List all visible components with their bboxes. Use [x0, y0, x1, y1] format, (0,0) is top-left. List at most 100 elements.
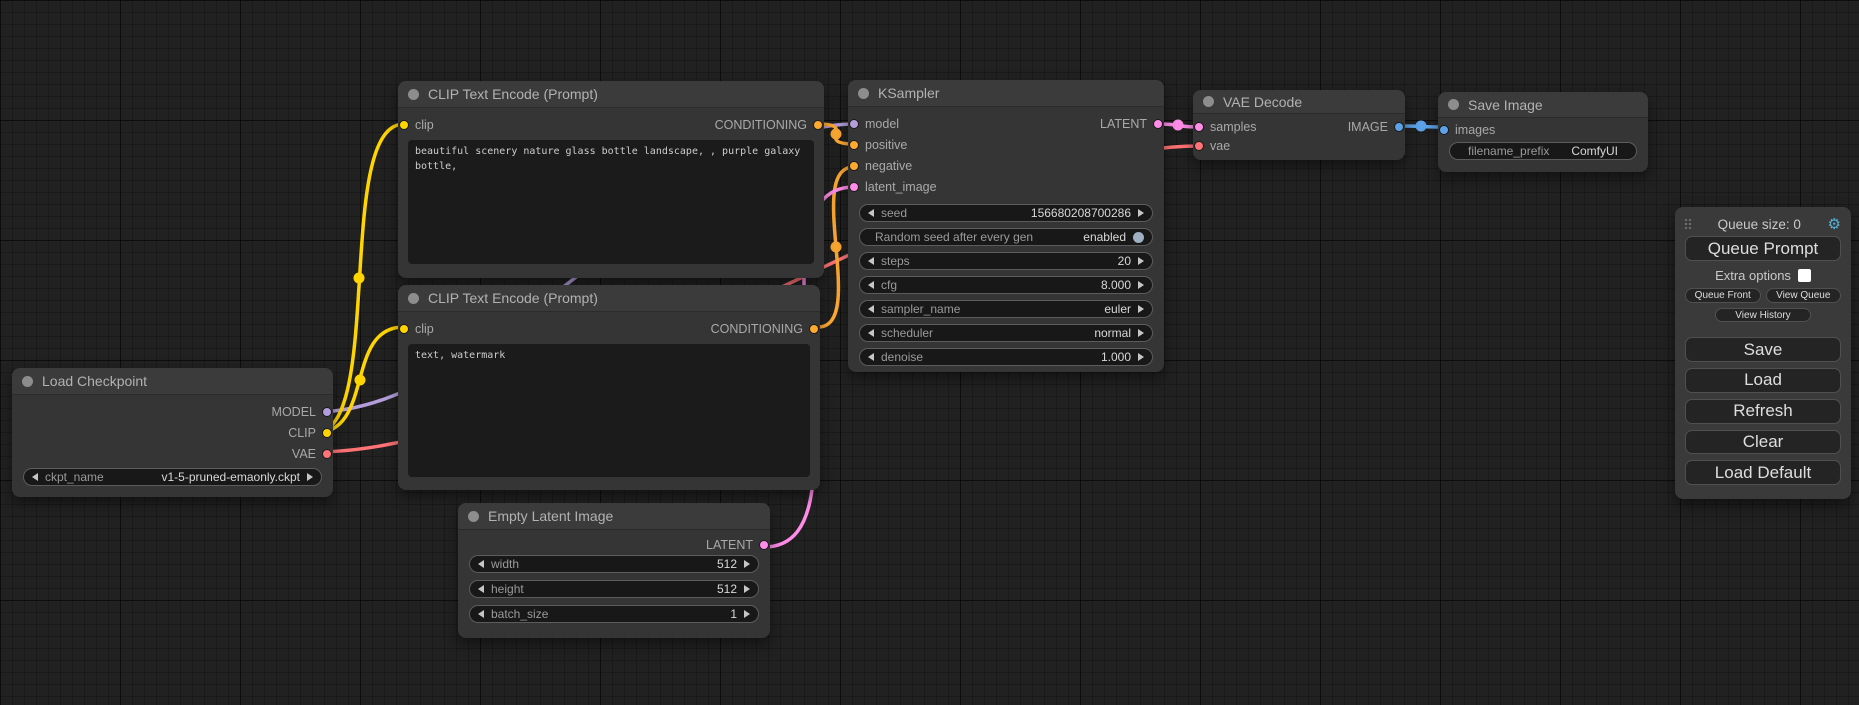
- node-vae-decode[interactable]: VAE Decode samples IMAGE vae: [1193, 90, 1405, 160]
- widget-value: 8.000: [1101, 278, 1131, 292]
- decrement-arrow-icon[interactable]: [868, 353, 874, 361]
- collapse-dot-icon[interactable]: [22, 376, 33, 387]
- negative-input-port[interactable]: [849, 161, 859, 171]
- cfg-widget[interactable]: cfg 8.000: [859, 276, 1153, 294]
- node-header[interactable]: CLIP Text Encode (Prompt): [398, 81, 824, 108]
- sampler-name-widget[interactable]: sampler_name euler: [859, 300, 1153, 318]
- node-title: CLIP Text Encode (Prompt): [428, 290, 598, 306]
- toggle-dot-icon[interactable]: [1133, 232, 1144, 243]
- widget-name: scheduler: [881, 326, 933, 340]
- steps-widget[interactable]: steps 20: [859, 252, 1153, 270]
- load-button[interactable]: Load: [1685, 368, 1841, 393]
- width-widget[interactable]: width 512: [469, 555, 759, 573]
- decrement-arrow-icon[interactable]: [868, 281, 874, 289]
- decrement-arrow-icon[interactable]: [868, 305, 874, 313]
- decrement-arrow-icon[interactable]: [478, 560, 484, 568]
- node-save-image[interactable]: Save Image images filename_prefix ComfyU…: [1438, 92, 1648, 172]
- clip-output-port[interactable]: [322, 428, 332, 438]
- queue-panel[interactable]: Queue size: 0 ⚙ Queue Prompt Extra optio…: [1675, 207, 1851, 499]
- latent-output-port[interactable]: [1153, 119, 1163, 129]
- queue-prompt-button[interactable]: Queue Prompt: [1685, 236, 1841, 261]
- collapse-dot-icon[interactable]: [1203, 96, 1214, 107]
- node-header[interactable]: Empty Latent Image: [458, 503, 770, 530]
- prompt-text-input[interactable]: text, watermark: [408, 344, 810, 477]
- denoise-widget[interactable]: denoise 1.000: [859, 348, 1153, 366]
- widget-name: seed: [881, 206, 907, 220]
- conditioning-output-port[interactable]: [809, 324, 819, 334]
- vae-output-port[interactable]: [322, 449, 332, 459]
- decrement-arrow-icon[interactable]: [32, 473, 38, 481]
- extra-options-checkbox[interactable]: [1798, 269, 1811, 282]
- collapse-dot-icon[interactable]: [468, 511, 479, 522]
- increment-arrow-icon[interactable]: [744, 560, 750, 568]
- node-header[interactable]: Save Image: [1438, 92, 1648, 118]
- input-label: clip: [415, 322, 434, 336]
- samples-input-port[interactable]: [1194, 122, 1204, 132]
- decrement-arrow-icon[interactable]: [868, 209, 874, 217]
- collapse-dot-icon[interactable]: [858, 88, 869, 99]
- image-output-port[interactable]: [1394, 122, 1404, 132]
- node-clip-text-encode-negative[interactable]: CLIP Text Encode (Prompt) clip CONDITION…: [398, 285, 820, 490]
- clear-button[interactable]: Clear: [1685, 430, 1841, 455]
- widget-name: batch_size: [491, 607, 548, 621]
- increment-arrow-icon[interactable]: [1138, 257, 1144, 265]
- model-input-port[interactable]: [849, 119, 859, 129]
- images-input-port[interactable]: [1439, 125, 1449, 135]
- node-header[interactable]: CLIP Text Encode (Prompt): [398, 285, 820, 312]
- scheduler-widget[interactable]: scheduler normal: [859, 324, 1153, 342]
- node-header[interactable]: VAE Decode: [1193, 90, 1405, 114]
- node-load-checkpoint[interactable]: Load Checkpoint MODEL CLIP VAE ckpt_name…: [12, 368, 333, 497]
- increment-arrow-icon[interactable]: [1138, 209, 1144, 217]
- load-default-button[interactable]: Load Default: [1685, 460, 1841, 485]
- node-header[interactable]: KSampler: [848, 80, 1164, 107]
- model-output-port[interactable]: [322, 407, 332, 417]
- clip-input-port[interactable]: [399, 120, 409, 130]
- node-canvas[interactable]: Load Checkpoint MODEL CLIP VAE ckpt_name…: [0, 0, 1859, 705]
- latent-output-port[interactable]: [759, 540, 769, 550]
- node-ksampler[interactable]: KSampler model LATENT positive negative …: [848, 80, 1164, 372]
- widget-name: filename_prefix: [1468, 144, 1549, 158]
- view-queue-button[interactable]: View Queue: [1766, 288, 1842, 303]
- conditioning-output-port[interactable]: [813, 120, 823, 130]
- link-dot: [1173, 120, 1184, 131]
- random-seed-widget[interactable]: Random seed after every gen enabled: [859, 228, 1153, 246]
- decrement-arrow-icon[interactable]: [478, 610, 484, 618]
- collapse-dot-icon[interactable]: [1448, 99, 1459, 110]
- latent-image-input-port[interactable]: [849, 182, 859, 192]
- increment-arrow-icon[interactable]: [307, 473, 313, 481]
- ckpt-name-widget[interactable]: ckpt_name v1-5-pruned-emaonly.ckpt: [23, 468, 322, 486]
- decrement-arrow-icon[interactable]: [478, 585, 484, 593]
- vae-input-port[interactable]: [1194, 141, 1204, 151]
- increment-arrow-icon[interactable]: [744, 585, 750, 593]
- clip-input-port[interactable]: [399, 324, 409, 334]
- node-header[interactable]: Load Checkpoint: [12, 368, 333, 395]
- queue-front-button[interactable]: Queue Front: [1685, 288, 1761, 303]
- widget-value: euler: [1104, 302, 1131, 316]
- widget-name: cfg: [881, 278, 897, 292]
- seed-widget[interactable]: seed 156680208700286: [859, 204, 1153, 222]
- save-button[interactable]: Save: [1685, 337, 1841, 362]
- gear-icon[interactable]: ⚙: [1828, 217, 1841, 232]
- decrement-arrow-icon[interactable]: [868, 329, 874, 337]
- view-history-button[interactable]: View History: [1715, 308, 1811, 322]
- refresh-button[interactable]: Refresh: [1685, 399, 1841, 424]
- decrement-arrow-icon[interactable]: [868, 257, 874, 265]
- prompt-text-input[interactable]: beautiful scenery nature glass bottle la…: [408, 140, 814, 264]
- increment-arrow-icon[interactable]: [1138, 305, 1144, 313]
- widget-value: 1.000: [1101, 350, 1131, 364]
- output-label: MODEL: [272, 405, 316, 419]
- batch-size-widget[interactable]: batch_size 1: [469, 605, 759, 623]
- increment-arrow-icon[interactable]: [1138, 281, 1144, 289]
- height-widget[interactable]: height 512: [469, 580, 759, 598]
- filename-prefix-widget[interactable]: filename_prefix ComfyUI: [1449, 142, 1637, 160]
- node-empty-latent-image[interactable]: Empty Latent Image LATENT width 512 heig…: [458, 503, 770, 638]
- increment-arrow-icon[interactable]: [744, 610, 750, 618]
- collapse-dot-icon[interactable]: [408, 293, 419, 304]
- increment-arrow-icon[interactable]: [1138, 329, 1144, 337]
- node-clip-text-encode-positive[interactable]: CLIP Text Encode (Prompt) clip CONDITION…: [398, 81, 824, 278]
- increment-arrow-icon[interactable]: [1138, 353, 1144, 361]
- node-title: Save Image: [1468, 97, 1543, 113]
- positive-input-port[interactable]: [849, 140, 859, 150]
- queue-size-label: Queue size: 0: [1691, 217, 1828, 232]
- collapse-dot-icon[interactable]: [408, 89, 419, 100]
